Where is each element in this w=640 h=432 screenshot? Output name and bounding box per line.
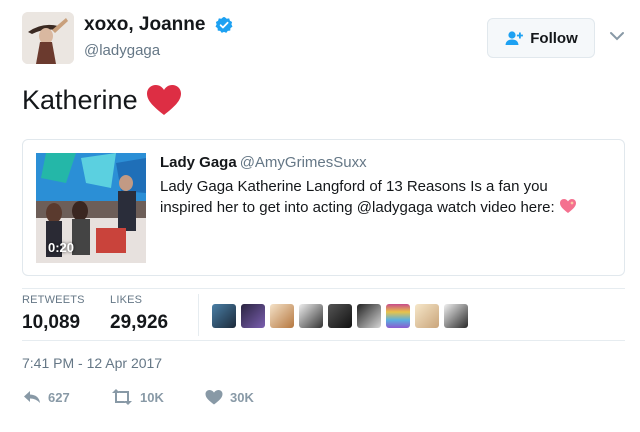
liker-avatar[interactable]	[270, 304, 294, 328]
heart-icon	[205, 390, 223, 405]
tweet-actions: 627 10K 30K	[22, 389, 254, 405]
divider	[22, 288, 625, 289]
retweet-count: 10K	[140, 389, 164, 405]
verified-badge-icon	[215, 16, 233, 34]
tweet-header: xoxo, Joanne @ladygaga Follow	[22, 12, 625, 68]
like-button[interactable]: 30K	[204, 389, 254, 405]
sparkling-heart-icon	[559, 199, 576, 213]
user-handle[interactable]: @ladygaga	[84, 42, 233, 59]
liker-avatar[interactable]	[444, 304, 468, 328]
tweet-timestamp[interactable]: 7:41 PM - 12 Apr 2017	[22, 355, 162, 371]
retweet-icon	[112, 389, 132, 405]
display-name[interactable]: xoxo, Joanne	[84, 14, 205, 36]
red-heart-icon	[146, 85, 181, 115]
reply-button[interactable]: 627	[22, 389, 110, 405]
tweet-text: Katherine	[22, 84, 182, 116]
liker-avatar[interactable]	[328, 304, 352, 328]
retweets-stat[interactable]: RETWEETS 10,089	[22, 294, 85, 334]
likes-value: 29,926	[110, 312, 169, 333]
quoted-tweet[interactable]: 0:20 Lady Gaga @AmyGrimesSuxx Lady Gaga K…	[22, 139, 625, 276]
liker-avatar[interactable]	[299, 304, 323, 328]
retweets-label: RETWEETS	[22, 294, 85, 306]
liker-avatar[interactable]	[386, 304, 410, 328]
video-thumbnail[interactable]: 0:20	[36, 153, 146, 263]
video-duration: 0:20	[48, 240, 75, 255]
avatar[interactable]	[22, 12, 74, 64]
follow-button[interactable]: Follow	[487, 18, 595, 58]
quoted-author-handle[interactable]: @AmyGrimesSuxx	[240, 154, 367, 171]
user-name-block: xoxo, Joanne @ladygaga	[84, 14, 233, 59]
liker-avatar[interactable]	[415, 304, 439, 328]
retweets-value: 10,089	[22, 312, 81, 333]
liker-avatars	[212, 304, 468, 328]
quoted-author-name[interactable]: Lady Gaga	[160, 154, 237, 171]
like-count: 30K	[230, 389, 254, 405]
chevron-down-icon[interactable]	[609, 30, 625, 42]
add-user-icon	[505, 31, 524, 45]
follow-button-label: Follow	[530, 29, 578, 47]
liker-avatar[interactable]	[357, 304, 381, 328]
likes-label: LIKES	[110, 294, 143, 306]
stats-separator	[198, 294, 199, 336]
reply-icon	[24, 391, 40, 403]
likes-stat[interactable]: LIKES 29,926	[110, 294, 168, 334]
liker-avatar[interactable]	[212, 304, 236, 328]
quoted-tweet-body: Lady Gaga @AmyGrimesSuxx Lady Gaga Kather…	[160, 154, 600, 218]
reply-count: 627	[48, 389, 70, 405]
retweet-button[interactable]: 10K	[110, 389, 204, 405]
divider	[22, 340, 625, 341]
quoted-tweet-text-content: Lady Gaga Katherine Langford of 13 Reaso…	[160, 178, 555, 216]
quoted-tweet-text: Lady Gaga Katherine Langford of 13 Reaso…	[160, 176, 600, 218]
liker-avatar[interactable]	[241, 304, 265, 328]
tweet-text-content: Katherine	[22, 84, 138, 115]
